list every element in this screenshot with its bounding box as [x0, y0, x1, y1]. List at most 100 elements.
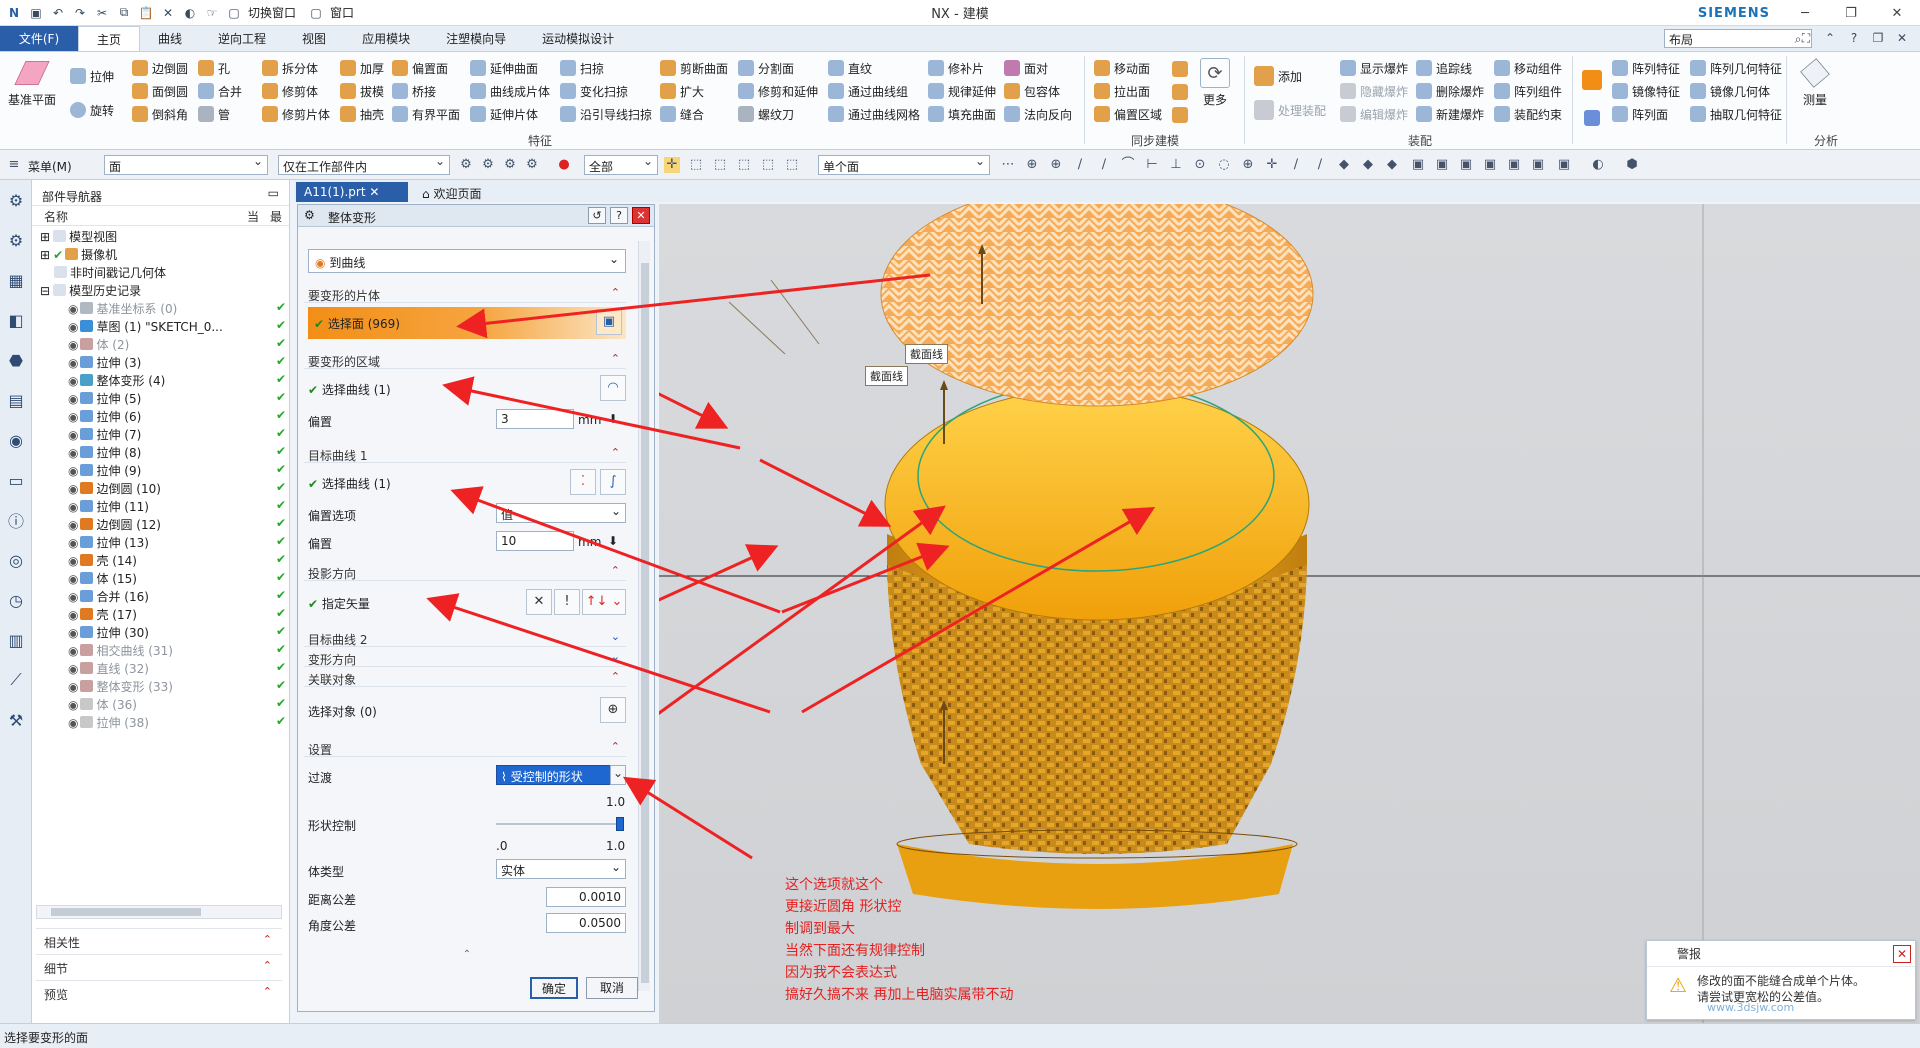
close-pane-icon[interactable]: ✕ — [1894, 30, 1910, 46]
assembly-navigator-icon[interactable]: ▦ — [0, 260, 32, 300]
analysis-icon[interactable]: ⟋ — [0, 660, 32, 700]
restore-icon[interactable]: ❐ — [1828, 0, 1874, 26]
paste-icon[interactable]: 📋 — [138, 5, 154, 21]
vector-type-icon[interactable]: ↑↓ ⌄ — [582, 589, 626, 615]
arrow-down-icon[interactable]: ⬇ — [608, 534, 618, 548]
history-item[interactable]: ◉ 拉伸 (5) ✔ — [40, 390, 289, 408]
new-explosion-button[interactable]: 新建爆炸 — [1416, 104, 1484, 124]
visibility-eye-icon[interactable]: ◉ — [68, 410, 78, 424]
view-icon[interactable]: ▣ — [1556, 157, 1572, 173]
trim-body-button[interactable]: 修剪体 — [262, 81, 318, 101]
filter-icon[interactable]: ⚙ — [480, 157, 496, 173]
collapse-ribbon-icon[interactable]: ⌃ — [1822, 30, 1838, 46]
reverse-normal-button[interactable]: 法向反向 — [1004, 104, 1072, 124]
section-deform-direction[interactable]: 变形方向 ⌄ — [304, 649, 626, 667]
snap-point-icon[interactable]: ⌒ — [1120, 157, 1136, 173]
close-tab-icon[interactable]: ✕ — [369, 185, 379, 199]
visibility-eye-icon[interactable]: ◉ — [68, 374, 78, 388]
revolve-button[interactable]: 旋转 — [70, 100, 114, 120]
more-button[interactable]: ⟳ 更多 — [1200, 58, 1230, 108]
filter-icon[interactable]: ⚙ — [524, 157, 540, 173]
measure-button[interactable]: 测量 — [1800, 58, 1830, 108]
column-latest[interactable]: 最 — [270, 208, 282, 225]
angle-tolerance-input[interactable]: 0.0500 — [546, 913, 626, 933]
visibility-eye-icon[interactable]: ◉ — [68, 536, 78, 550]
through-curve-mesh-button[interactable]: 通过曲线网格 — [828, 104, 920, 124]
history-item[interactable]: ◉ 拉伸 (8) ✔ — [40, 444, 289, 462]
history-item[interactable]: ◉ 拉伸 (13) ✔ — [40, 534, 289, 552]
sync-icon-2[interactable] — [1172, 84, 1188, 100]
color-filter-icon[interactable]: ● — [556, 157, 572, 173]
thicken-button[interactable]: 加厚 — [340, 58, 384, 78]
tab-curve[interactable]: 曲线 — [140, 26, 200, 51]
snap-point-icon[interactable]: ✛ — [1264, 157, 1280, 173]
panel-preview[interactable]: 预览 ⌃ — [36, 980, 282, 1004]
select-face-row[interactable]: ✔ 选择面 (969) ▣ — [308, 307, 626, 339]
chamfer-button[interactable]: 倒斜角 — [132, 104, 188, 124]
visibility-eye-icon[interactable]: ◉ — [68, 302, 78, 316]
touch-mode-icon[interactable]: ☞ — [204, 5, 220, 21]
view-icon[interactable]: ▣ — [1530, 157, 1546, 173]
ruled-button[interactable]: 直纹 — [828, 58, 872, 78]
sweep-button[interactable]: 扫掠 — [560, 58, 604, 78]
view-icon[interactable]: ▣ — [1434, 157, 1450, 173]
visibility-eye-icon[interactable]: ◉ — [68, 320, 78, 334]
constraint-navigator-icon[interactable]: ◧ — [0, 300, 32, 340]
roles-icon[interactable]: ⚒ — [0, 700, 32, 740]
globe-icon[interactable]: ◎ — [0, 540, 32, 580]
assembly-constraints-button[interactable]: 装配约束 — [1494, 104, 1562, 124]
navigator-maximize-icon[interactable]: ▭ — [268, 186, 279, 200]
printer-icon[interactable]: ▭ — [0, 460, 32, 500]
copy-icon[interactable]: ⧉ — [116, 5, 132, 21]
snap-point-icon[interactable]: ∕ — [1312, 157, 1328, 173]
history-item[interactable]: ◉ 拉伸 (7) ✔ — [40, 426, 289, 444]
transition-dropdown[interactable]: ⌇ 受控制的形状 ⌄ — [496, 765, 626, 785]
delete-icon[interactable]: ✕ — [160, 5, 176, 21]
patch-button[interactable]: 修补片 — [928, 58, 984, 78]
pattern-face-button[interactable]: 阵列面 — [1612, 104, 1668, 124]
help-icon[interactable]: ? — [1846, 30, 1862, 46]
filter-icon[interactable]: ⚙ — [458, 157, 474, 173]
divide-surface-button[interactable]: 剪断曲面 — [660, 58, 728, 78]
section-related-objects[interactable]: 关联对象 ⌃ — [304, 669, 626, 687]
trim-extend-button[interactable]: 修剪和延伸 — [738, 81, 818, 101]
menu-icon[interactable]: ≡ — [6, 157, 22, 173]
section-settings[interactable]: 设置 ⌃ — [304, 739, 626, 757]
column-current[interactable]: 当 — [247, 208, 259, 225]
face-pair-button[interactable]: 面对 — [1004, 58, 1048, 78]
tree-item-model-history[interactable]: ⊟ 模型历史记录 — [40, 282, 289, 300]
select-icon[interactable]: ⬚ — [688, 157, 704, 173]
vector-dialog-icon[interactable]: ✕ — [526, 589, 552, 615]
history-item[interactable]: ◉ 草图 (1) "SKETCH_0... ✔ — [40, 318, 289, 336]
cancel-button[interactable]: 取消 — [586, 977, 638, 999]
history-item[interactable]: ◉ 边倒圆 (12) ✔ — [40, 516, 289, 534]
dialog-vertical-scrollbar[interactable] — [638, 241, 650, 991]
view-icon[interactable]: ▣ — [1410, 157, 1426, 173]
navigator-horizontal-scrollbar[interactable] — [36, 905, 282, 919]
visibility-eye-icon[interactable]: ◉ — [68, 662, 78, 676]
history-item[interactable]: ◉ 基准坐标系 (0) ✔ — [40, 300, 289, 318]
redo-icon[interactable]: ↷ — [72, 5, 88, 21]
history-item[interactable]: ◉ 拉伸 (9) ✔ — [40, 462, 289, 480]
history-item[interactable]: ◉ 拉伸 (3) ✔ — [40, 354, 289, 372]
scope-dropdown[interactable]: 仅在工作部件内 — [278, 154, 450, 175]
enlarge-button[interactable]: 扩大 — [660, 81, 704, 101]
close-dialog-icon[interactable]: ✕ — [632, 207, 650, 224]
visibility-eye-icon[interactable]: ◉ — [68, 500, 78, 514]
visibility-eye-icon[interactable]: ◉ — [68, 554, 78, 568]
visibility-eye-icon[interactable]: ◉ — [68, 356, 78, 370]
tab-mold-wizard[interactable]: 注塑模向导 — [428, 26, 524, 51]
restore-pane-icon[interactable]: ❐ — [1870, 30, 1886, 46]
region-curve-row[interactable]: ✔ 选择曲线 (1) ◠ — [308, 375, 626, 401]
hole-button[interactable]: 孔 — [198, 58, 230, 78]
visibility-eye-icon[interactable]: ◉ — [68, 644, 78, 658]
extrude-button[interactable]: 拉伸 — [70, 66, 114, 86]
scrollbar-thumb[interactable] — [641, 263, 649, 983]
offset-option-dropdown[interactable]: 值 ⌄ — [496, 503, 626, 523]
column-name[interactable]: 名称 — [44, 210, 68, 224]
info-icon[interactable]: ⓘ — [0, 500, 32, 540]
tab-reverse-engineering[interactable]: 逆向工程 — [200, 26, 284, 51]
clock-icon[interactable]: ◷ — [0, 580, 32, 620]
snap-point-icon[interactable]: ⊕ — [1240, 157, 1256, 173]
trace-lines-button[interactable]: 追踪线 — [1416, 58, 1472, 78]
